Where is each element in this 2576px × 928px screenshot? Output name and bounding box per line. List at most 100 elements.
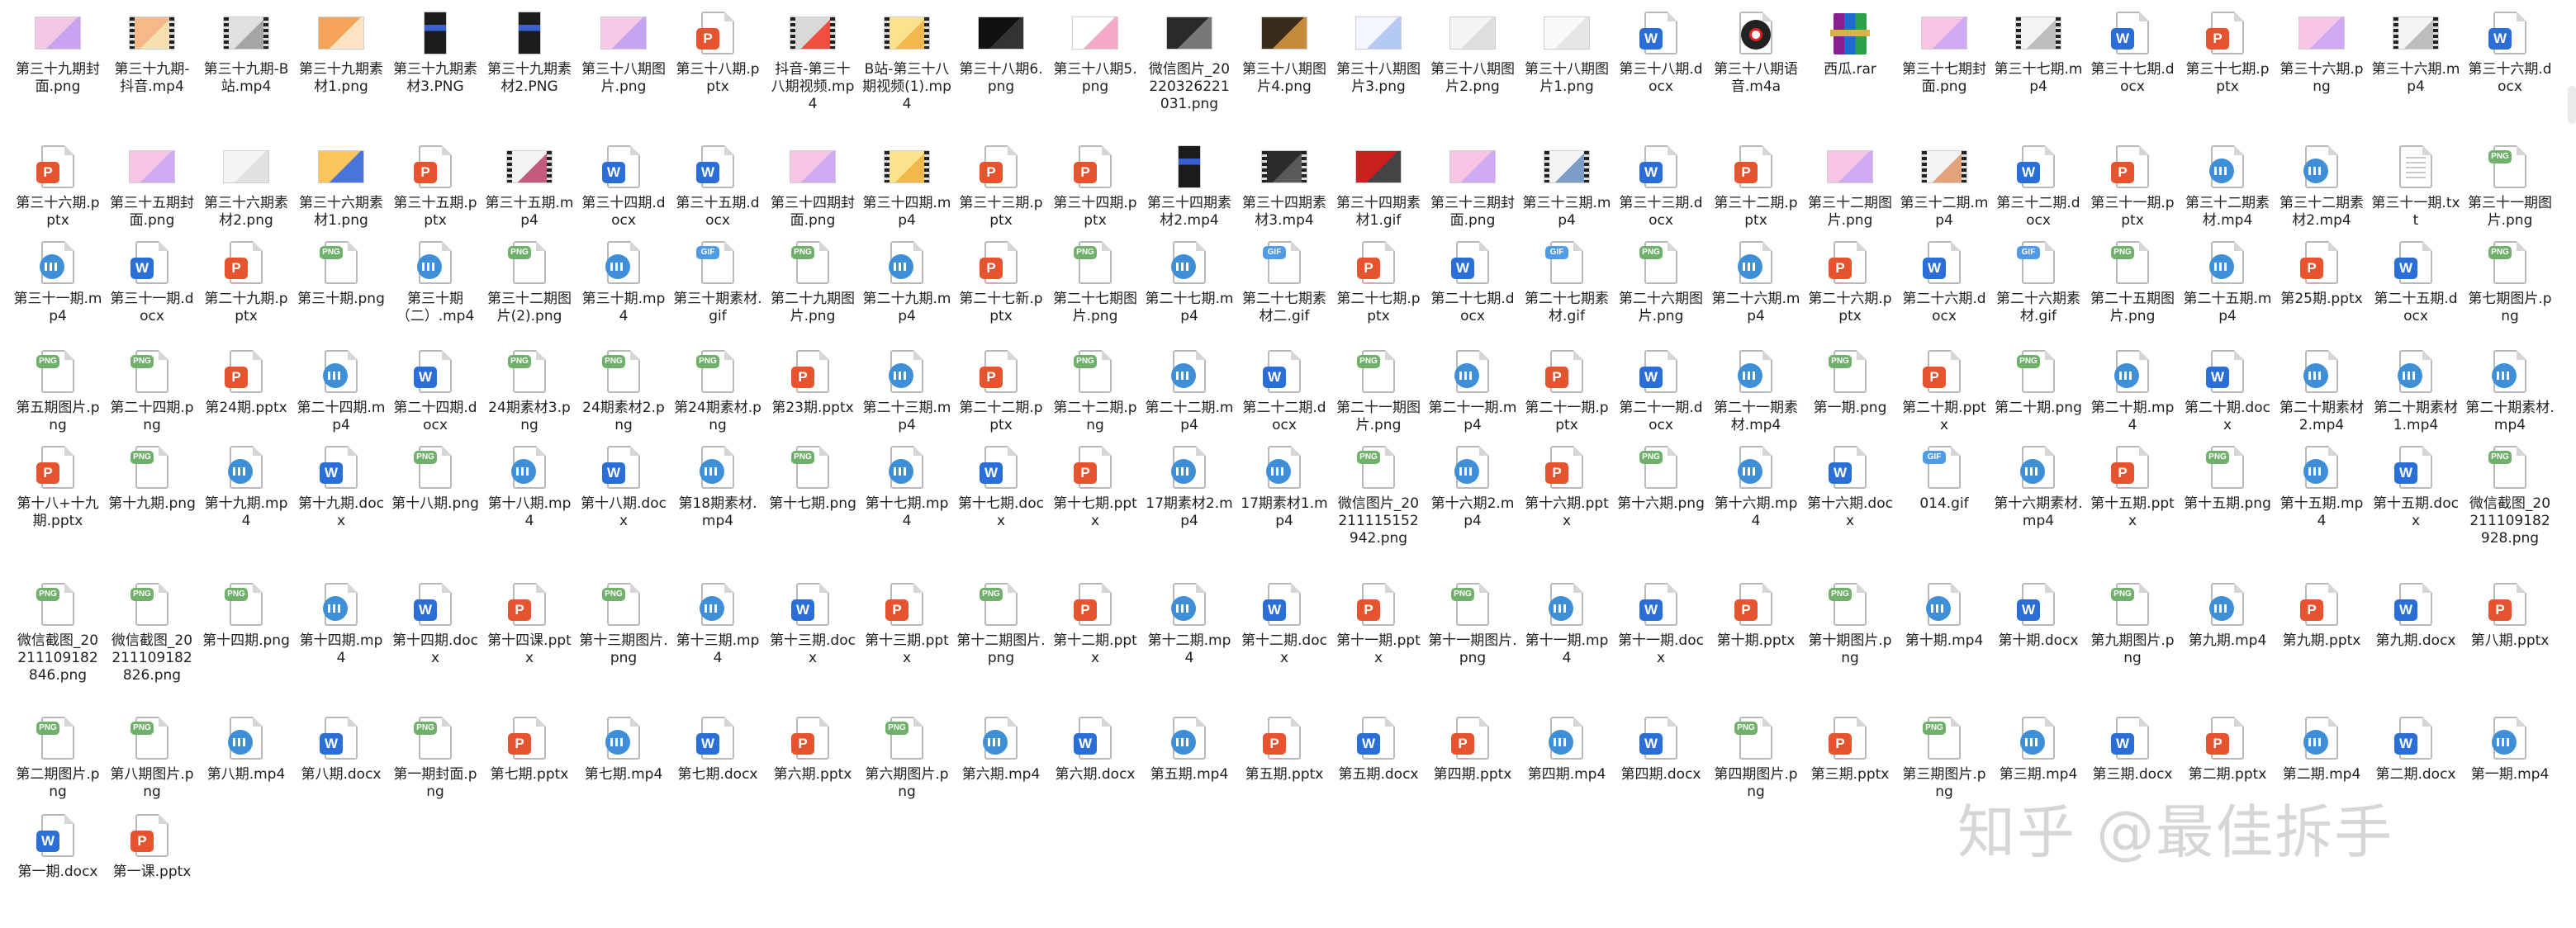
file-item[interactable]: W 第十期.docx bbox=[1994, 583, 2083, 650]
file-item[interactable]: 第七期.mp4 bbox=[579, 717, 668, 784]
file-item[interactable]: P 第十二期.pptx bbox=[1051, 583, 1140, 667]
file-item[interactable]: PNG 第十七期.png bbox=[768, 446, 857, 513]
file-item[interactable]: 第二十七期.mp4 bbox=[1145, 241, 1234, 325]
file-item[interactable]: P 第三十八期.pptx bbox=[673, 12, 762, 96]
file-item[interactable]: P 第三十四期.pptx bbox=[1051, 145, 1140, 230]
file-item[interactable]: 第八期.mp4 bbox=[202, 717, 291, 784]
file-item[interactable]: 第四期.mp4 bbox=[1522, 717, 1611, 784]
file-item[interactable]: PNG 第二十七期图片.png bbox=[1051, 241, 1140, 325]
file-item[interactable]: GIF 第二十七期素材二.gif bbox=[1240, 241, 1329, 325]
file-item[interactable]: PNG 微信图片_20211115152942.png bbox=[1334, 446, 1423, 547]
file-item[interactable]: 第二十二期.mp4 bbox=[1145, 350, 1234, 434]
file-item[interactable]: P 第23期.pptx bbox=[768, 350, 857, 417]
file-item[interactable]: 第三十五期.mp4 bbox=[485, 145, 574, 230]
file-item[interactable]: W 第三十六期.docx bbox=[2465, 12, 2555, 96]
file-item[interactable]: PNG 微信截图_20211109182846.png bbox=[13, 583, 102, 684]
file-item[interactable]: P 第十期.pptx bbox=[1711, 583, 1800, 650]
file-item[interactable]: W 第二十二期.docx bbox=[1240, 350, 1329, 434]
file-item[interactable]: 第十七期.mp4 bbox=[862, 446, 951, 530]
file-item[interactable]: W 第一期.docx bbox=[13, 814, 102, 881]
file-item[interactable]: W 第三十三期.docx bbox=[1616, 145, 1705, 230]
file-item[interactable]: 第二十九期.mp4 bbox=[862, 241, 951, 325]
file-item[interactable]: P 第十五期.pptx bbox=[2088, 446, 2177, 530]
file-item[interactable]: 第三十九期-抖音.mp4 bbox=[107, 12, 197, 96]
file-item[interactable]: PNG 第五期图片.png bbox=[13, 350, 102, 434]
file-item[interactable]: P 第十六期.pptx bbox=[1522, 446, 1611, 530]
file-item[interactable]: PNG 第十二期图片.png bbox=[956, 583, 1046, 667]
file-item[interactable]: P 第十八+十九期.pptx bbox=[13, 446, 102, 530]
file-item[interactable]: P 第二十七新.pptx bbox=[956, 241, 1046, 325]
file-item[interactable]: 第三十四期素材1.gif bbox=[1334, 145, 1423, 230]
file-item[interactable]: W 第二十七期.docx bbox=[1428, 241, 1517, 325]
file-item[interactable]: 微信图片_20220326221031.png bbox=[1145, 12, 1234, 113]
file-item[interactable]: P 第二十七期.pptx bbox=[1334, 241, 1423, 325]
file-item[interactable]: P 第十七期.pptx bbox=[1051, 446, 1140, 530]
file-item[interactable]: P 第四期.pptx bbox=[1428, 717, 1517, 784]
file-item[interactable]: PNG 第三十期.png bbox=[297, 241, 386, 308]
file-item[interactable]: W 第三十七期.docx bbox=[2088, 12, 2177, 96]
file-item[interactable]: 第三十七期封面.png bbox=[1900, 12, 1989, 96]
file-item[interactable]: W 第十五期.docx bbox=[2371, 446, 2460, 530]
file-item[interactable]: PNG 第三十一期图片.png bbox=[2465, 145, 2555, 230]
file-item[interactable]: PNG 第二十二期.png bbox=[1051, 350, 1140, 434]
file-item[interactable]: 第三十六期.mp4 bbox=[2371, 12, 2460, 96]
file-item[interactable]: 第三十八期图片4.png bbox=[1240, 12, 1329, 96]
file-item[interactable]: 第十六期2.mp4 bbox=[1428, 446, 1517, 530]
file-item[interactable]: PNG 第十四期.png bbox=[202, 583, 291, 650]
file-item[interactable]: P 第二十一期.pptx bbox=[1522, 350, 1611, 434]
file-item[interactable]: P 第七期.pptx bbox=[485, 717, 574, 784]
file-item[interactable]: P 第二十期.pptx bbox=[1900, 350, 1989, 434]
file-item[interactable]: P 第25期.pptx bbox=[2277, 241, 2366, 308]
file-item[interactable]: 第三十八期图片3.png bbox=[1334, 12, 1423, 96]
file-item[interactable]: 第三十八期语音.m4a bbox=[1711, 12, 1800, 96]
file-item[interactable]: P 第十三期.pptx bbox=[862, 583, 951, 667]
file-item[interactable]: 第三十八期图片.png bbox=[579, 12, 668, 96]
file-item[interactable]: 第十六期素材.mp4 bbox=[1994, 446, 2083, 530]
file-item[interactable]: PNG 第十期图片.png bbox=[1805, 583, 1895, 667]
file-item[interactable]: PNG 第十三期图片.png bbox=[579, 583, 668, 667]
file-item[interactable]: PNG 第24期素材.png bbox=[673, 350, 762, 434]
file-item[interactable]: W 第二十四期.docx bbox=[391, 350, 480, 434]
file-item[interactable]: 第三十八期图片2.png bbox=[1428, 12, 1517, 96]
file-item[interactable]: P 第十一期.pptx bbox=[1334, 583, 1423, 667]
file-item[interactable]: 第二期.mp4 bbox=[2277, 717, 2366, 784]
file-item[interactable]: W 第三十四期.docx bbox=[579, 145, 668, 230]
file-item[interactable]: 第三十五期封面.png bbox=[107, 145, 197, 230]
file-item[interactable]: PNG 第六期图片.png bbox=[862, 717, 951, 801]
file-item[interactable]: 第三十九期素材2.PNG bbox=[485, 12, 574, 96]
file-item[interactable]: GIF 第三十期素材.gif bbox=[673, 241, 762, 325]
file-item[interactable]: W 第三十八期.docx bbox=[1616, 12, 1705, 96]
file-item[interactable]: 第三十六期素材2.png bbox=[202, 145, 291, 230]
file-item[interactable]: PNG 第十五期.png bbox=[2183, 446, 2272, 513]
file-item[interactable]: 西瓜.rar bbox=[1805, 12, 1895, 78]
file-item[interactable]: P 第六期.pptx bbox=[768, 717, 857, 784]
file-item[interactable]: PNG 微信截图_20211109182928.png bbox=[2465, 446, 2555, 547]
file-item[interactable]: PNG 第一期封面.png bbox=[391, 717, 480, 801]
file-item[interactable]: 第三十九期素材3.PNG bbox=[391, 12, 480, 96]
file-item[interactable]: W 第二十一期.docx bbox=[1616, 350, 1705, 434]
file-item[interactable]: P 第一课.pptx bbox=[107, 814, 197, 881]
file-item[interactable]: PNG 第二十九期图片.png bbox=[768, 241, 857, 325]
file-item[interactable]: P 第八期.pptx bbox=[2465, 583, 2555, 650]
file-item[interactable]: PNG 第二十期.png bbox=[1994, 350, 2083, 417]
file-item[interactable]: P 第二十六期.pptx bbox=[1805, 241, 1895, 325]
file-item[interactable]: 第三十一期.txt bbox=[2371, 145, 2460, 230]
file-item[interactable]: 第三十二期.mp4 bbox=[1900, 145, 1989, 230]
file-item[interactable]: 第二十一期.mp4 bbox=[1428, 350, 1517, 434]
file-item[interactable]: 第十五期.mp4 bbox=[2277, 446, 2366, 530]
file-item[interactable]: PNG 第十六期.png bbox=[1616, 446, 1705, 513]
file-item[interactable]: PNG 第二十五期图片.png bbox=[2088, 241, 2177, 325]
file-item[interactable]: PNG 第九期图片.png bbox=[2088, 583, 2177, 667]
file-item[interactable]: 第18期素材.mp4 bbox=[673, 446, 762, 530]
file-item[interactable]: W 第十一期.docx bbox=[1616, 583, 1705, 667]
file-item[interactable]: PNG 24期素材2.png bbox=[579, 350, 668, 434]
file-item[interactable]: P 第二十二期.pptx bbox=[956, 350, 1046, 434]
file-item[interactable]: PNG 第二十一期图片.png bbox=[1334, 350, 1423, 434]
file-item[interactable]: 第三十四期.mp4 bbox=[862, 145, 951, 230]
file-item[interactable]: B站-第三十八期视频(1).mp4 bbox=[862, 12, 951, 113]
file-item[interactable]: W 第十六期.docx bbox=[1805, 446, 1895, 530]
file-item[interactable]: W 第十四期.docx bbox=[391, 583, 480, 667]
file-item[interactable]: GIF 第二十七期素材.gif bbox=[1522, 241, 1611, 325]
file-item[interactable]: 第二十三期.mp4 bbox=[862, 350, 951, 434]
file-item[interactable]: PNG 第七期图片.png bbox=[2465, 241, 2555, 325]
